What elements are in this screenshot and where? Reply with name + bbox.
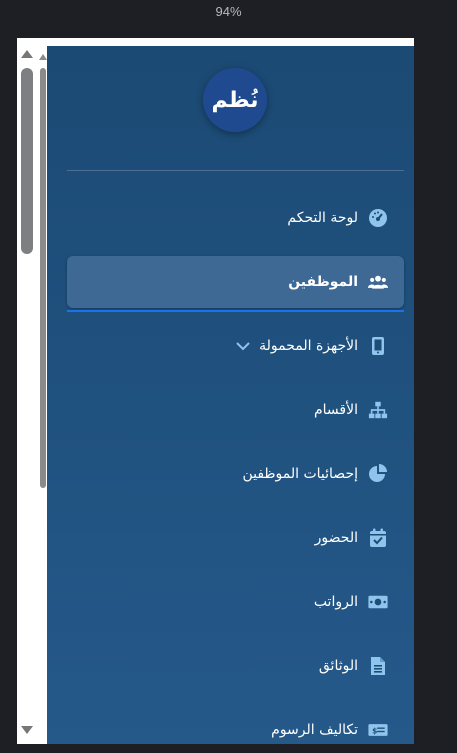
scrollbar-thumb[interactable] [21, 68, 33, 254]
fee-card-icon: $ [368, 720, 388, 740]
sidebar-divider [67, 170, 404, 171]
svg-text:$: $ [372, 726, 377, 735]
scroll-down-arrow-icon[interactable] [21, 726, 33, 734]
sidebar-item-fee-costs[interactable]: تكاليف الرسوم $ [67, 704, 404, 744]
money-bill-icon [368, 592, 388, 612]
document-icon [368, 656, 388, 676]
sidebar-scrollbar-thumb[interactable] [40, 68, 46, 488]
sidebar-item-label: الأجهزة المحمولة [259, 338, 358, 354]
sidebar-item-label: الموظفين [288, 274, 358, 290]
dashboard-gauge-icon [368, 208, 388, 228]
sidebar-item-departments[interactable]: الأقسام [67, 384, 404, 436]
sidebar-item-dashboard[interactable]: لوحة التحكم [67, 192, 404, 244]
sidebar-item-label: الرواتب [313, 594, 358, 610]
mobile-phone-icon [368, 336, 388, 356]
sidebar-item-documents[interactable]: الوثائق [67, 640, 404, 692]
app-window: نُظم لوحة التحكم الموظفين الأجهزة المحمو… [17, 38, 414, 744]
scroll-up-arrow-icon[interactable] [21, 50, 33, 58]
sidebar-item-employee-statistics[interactable]: إحصائيات الموظفين [67, 448, 404, 500]
sitemap-icon [368, 400, 388, 420]
sidebar-scroll-up-icon[interactable] [39, 54, 47, 60]
page-scrollbar[interactable] [17, 38, 37, 744]
sidebar: نُظم لوحة التحكم الموظفين الأجهزة المحمو… [39, 46, 414, 744]
sidebar-item-salaries[interactable]: الرواتب [67, 576, 404, 628]
sidebar-item-mobile-devices[interactable]: الأجهزة المحمولة [67, 320, 404, 372]
sidebar-scrollbar[interactable] [39, 46, 47, 744]
active-indicator [67, 310, 404, 312]
pie-chart-icon [368, 464, 388, 484]
users-group-icon [368, 272, 388, 292]
logo-text: نُظم [211, 87, 259, 113]
sidebar-item-label: الحضور [314, 530, 358, 546]
sidebar-item-label: الأقسام [314, 402, 358, 418]
zoom-level: 94% [215, 4, 242, 19]
sidebar-item-label: الوثائق [318, 658, 358, 674]
sidebar-item-employees[interactable]: الموظفين [67, 256, 404, 312]
sidebar-item-label: تكاليف الرسوم [271, 722, 358, 738]
sidebar-item-label: لوحة التحكم [287, 210, 358, 226]
sidebar-menu: لوحة التحكم الموظفين الأجهزة المحمولة ال… [67, 192, 404, 744]
calendar-check-icon [368, 528, 388, 548]
sidebar-item-attendance[interactable]: الحضور [67, 512, 404, 564]
sidebar-item-label: إحصائيات الموظفين [242, 466, 358, 482]
app-logo[interactable]: نُظم [203, 68, 267, 132]
chevron-down-icon[interactable] [235, 338, 251, 354]
